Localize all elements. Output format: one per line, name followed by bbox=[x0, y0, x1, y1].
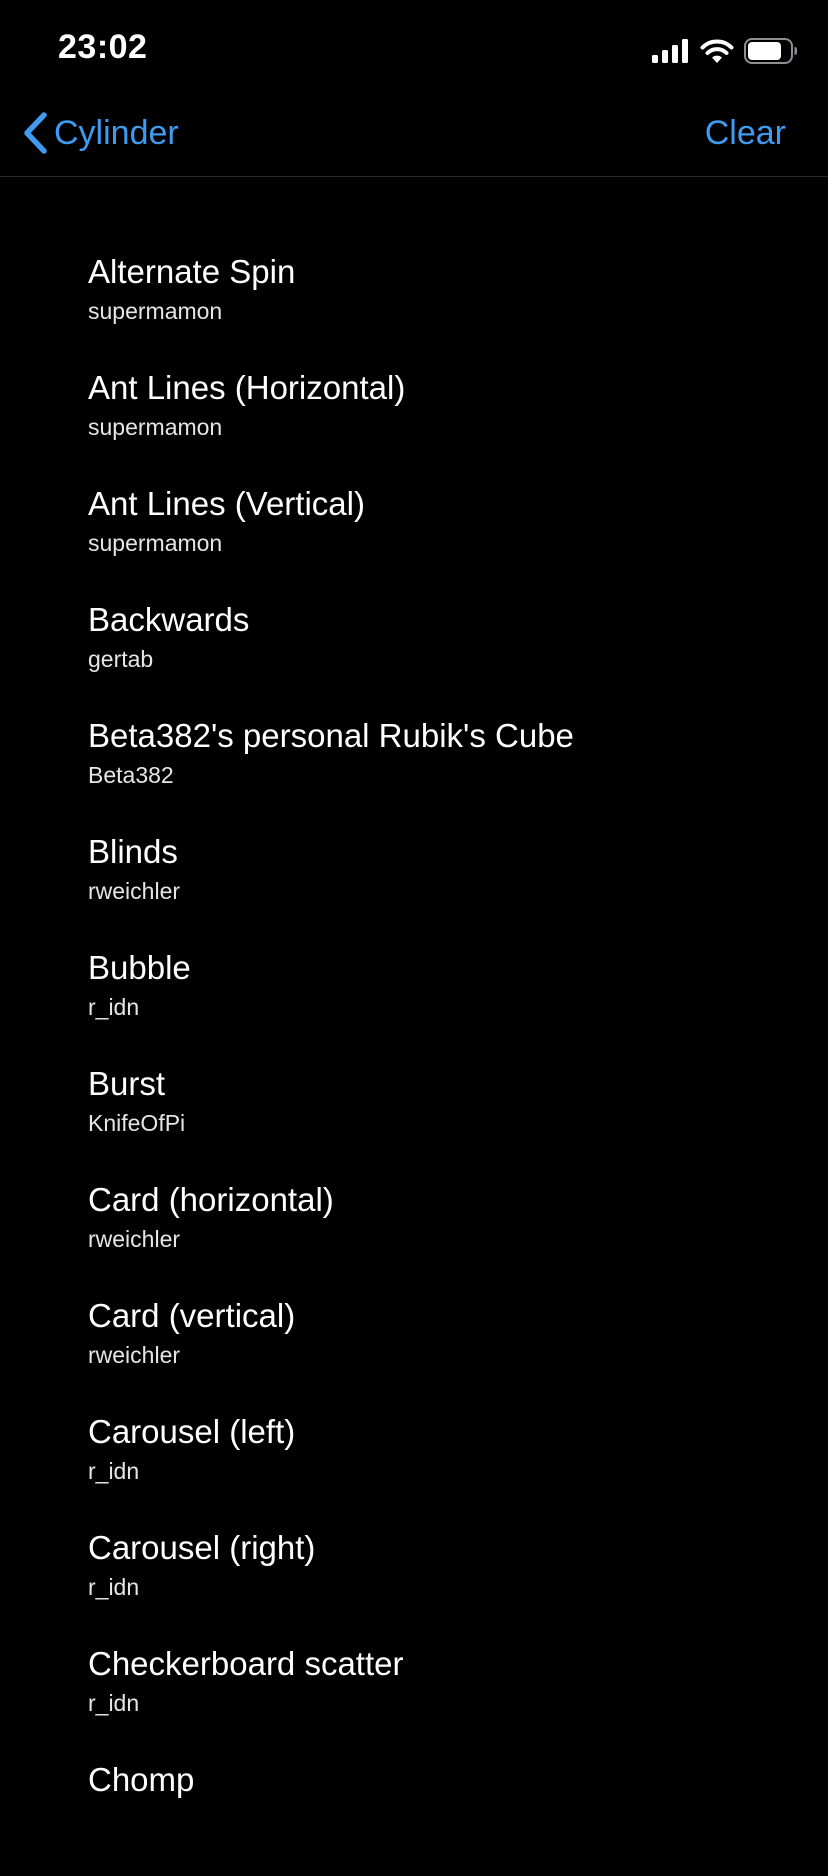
effect-title: Card (horizontal) bbox=[88, 1181, 334, 1218]
battery-icon bbox=[744, 38, 797, 64]
back-button[interactable]: Cylinder bbox=[22, 108, 179, 158]
list-item[interactable]: Ant Lines (Horizontal) supermamon bbox=[0, 368, 828, 484]
effect-author: supermamon bbox=[88, 530, 223, 556]
list-item[interactable]: Alternate Spin supermamon bbox=[0, 252, 828, 368]
list-item[interactable]: Backwards gertab bbox=[0, 600, 828, 716]
chevron-left-icon bbox=[24, 112, 47, 154]
effect-title: Ant Lines (Vertical) bbox=[88, 485, 365, 522]
effect-title: Card (vertical) bbox=[88, 1297, 296, 1334]
list-item[interactable]: Ant Lines (Vertical) supermamon bbox=[0, 484, 828, 600]
effect-title: Backwards bbox=[88, 601, 250, 638]
effect-title: Checkerboard scatter bbox=[88, 1645, 404, 1682]
effect-title: Chomp bbox=[88, 1761, 195, 1798]
effect-title: Alternate Spin bbox=[88, 253, 296, 290]
list-item[interactable]: Bubble r_idn bbox=[0, 948, 828, 1064]
cellular-signal-icon bbox=[652, 39, 688, 63]
effect-title: Carousel (left) bbox=[88, 1413, 296, 1450]
list-item[interactable]: Checkerboard scatter r_idn bbox=[0, 1644, 828, 1760]
effect-title: Carousel (right) bbox=[88, 1529, 316, 1566]
list-item[interactable]: Beta382's personal Rubik's Cube Beta382 bbox=[0, 716, 828, 832]
wifi-icon bbox=[700, 39, 734, 63]
effect-author: rweichler bbox=[88, 1226, 181, 1252]
effect-title: Burst bbox=[88, 1065, 166, 1102]
effect-author: r_idn bbox=[88, 1690, 140, 1716]
effects-list: Alternate Spin supermamon Ant Lines (Horiz… bbox=[0, 252, 828, 1876]
status-icons bbox=[652, 36, 798, 66]
clear-button[interactable]: Clear bbox=[705, 108, 786, 158]
list-item[interactable]: Card (horizontal) rweichler bbox=[0, 1180, 828, 1296]
effect-author: rweichler bbox=[88, 1342, 181, 1368]
list-item[interactable]: Chomp bbox=[0, 1760, 828, 1876]
list-item[interactable]: Burst KnifeOfPi bbox=[0, 1064, 828, 1180]
list-item[interactable]: Card (vertical) rweichler bbox=[0, 1296, 828, 1412]
effect-author: KnifeOfPi bbox=[88, 1110, 186, 1136]
effect-title: Ant Lines (Horizontal) bbox=[88, 369, 406, 406]
effect-author: gertab bbox=[88, 646, 154, 672]
effect-author: Beta382 bbox=[88, 762, 174, 788]
list-item[interactable]: Carousel (right) r_idn bbox=[0, 1528, 828, 1644]
effect-author: supermamon bbox=[88, 414, 223, 440]
list-item[interactable]: Carousel (left) r_idn bbox=[0, 1412, 828, 1528]
list-item[interactable]: Blinds rweichler bbox=[0, 832, 828, 948]
back-button-label: Cylinder bbox=[54, 113, 179, 152]
effect-title: Beta382's personal Rubik's Cube bbox=[88, 717, 574, 754]
effect-author: r_idn bbox=[88, 994, 140, 1020]
status-bar: 23:02 bbox=[0, 0, 828, 100]
effect-title: Bubble bbox=[88, 949, 191, 986]
navigation-bar: Cylinder Clear bbox=[0, 100, 828, 177]
effect-author: r_idn bbox=[88, 1458, 140, 1484]
effect-author: supermamon bbox=[88, 298, 223, 324]
effect-author: r_idn bbox=[88, 1574, 140, 1600]
effect-author: rweichler bbox=[88, 878, 181, 904]
status-time: 23:02 bbox=[58, 28, 148, 66]
effect-title: Blinds bbox=[88, 833, 178, 870]
